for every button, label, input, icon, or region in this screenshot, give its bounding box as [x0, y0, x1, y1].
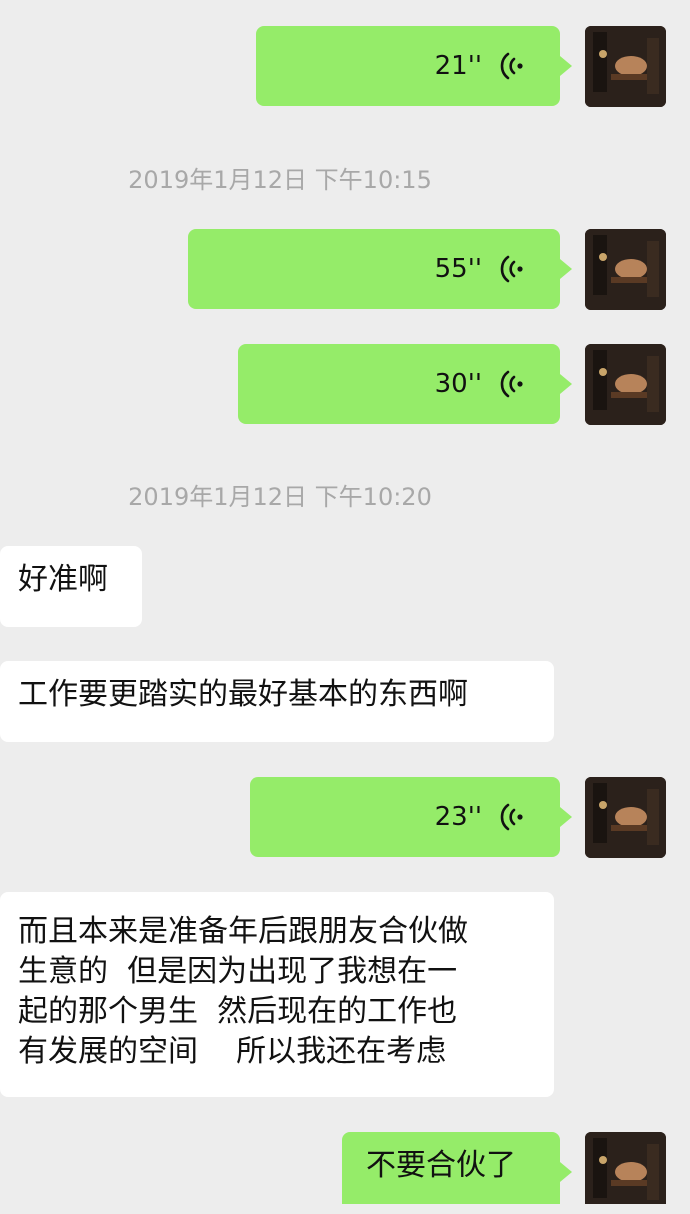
user-avatar[interactable] [585, 344, 666, 425]
message-text: 工作要更踏实的最好基本的东西啊 [18, 677, 468, 712]
voice-message-bubble[interactable]: 30'' [238, 344, 572, 424]
message-text: 好准啊 [18, 562, 108, 597]
text-message-bubble[interactable]: 工作要更踏实的最好基本的东西啊 [0, 661, 554, 742]
message-text: 而且本来是准备年后跟朋友合伙做 生意的 但是因为出现了我想在一 起的那个男生 然… [18, 914, 468, 1069]
voice-message-bubble[interactable]: 55'' [188, 229, 572, 309]
voice-wave-icon [500, 52, 523, 80]
voice-duration: 21'' [434, 51, 482, 81]
voice-message-bubble[interactable]: 23'' [250, 777, 572, 857]
user-avatar[interactable] [585, 777, 666, 858]
screen-bottom-edge [0, 1204, 690, 1214]
text-message-bubble[interactable]: 而且本来是准备年后跟朋友合伙做 生意的 但是因为出现了我想在一 起的那个男生 然… [0, 892, 554, 1097]
voice-wave-icon [500, 370, 523, 398]
voice-duration: 55'' [434, 254, 482, 284]
voice-duration: 30'' [434, 369, 482, 399]
text-message-bubble[interactable]: 不要合伙了 [342, 1132, 572, 1214]
text-message-bubble[interactable]: 好准啊 [0, 546, 142, 627]
message-timestamp: 2019年1月12日 下午10:20 [128, 483, 432, 511]
voice-wave-icon [500, 803, 523, 831]
voice-duration: 23'' [434, 802, 482, 832]
user-avatar[interactable] [585, 26, 666, 107]
user-avatar[interactable] [585, 1132, 666, 1213]
message-timestamp: 2019年1月12日 下午10:15 [128, 166, 432, 194]
voice-wave-icon [500, 255, 523, 283]
voice-message-bubble[interactable]: 21'' [256, 26, 572, 106]
message-text: 不要合伙了 [366, 1148, 516, 1183]
user-avatar[interactable] [585, 229, 666, 310]
